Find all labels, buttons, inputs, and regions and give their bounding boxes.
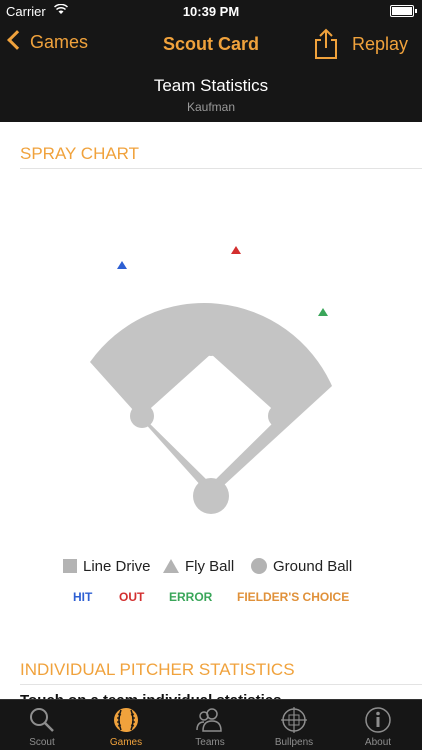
header-title: Team Statistics (153, 76, 269, 95)
legend-ground-ball: Ground Ball (251, 558, 352, 575)
status-bar: Carrier 10:39 PM (0, 0, 422, 22)
battery-icon (390, 5, 417, 17)
tab-about[interactable]: About (336, 700, 420, 750)
people-icon (196, 708, 222, 732)
tab-bullpens[interactable]: Bullpens (252, 700, 336, 750)
share-icon[interactable] (312, 28, 340, 60)
baseball-icon (114, 708, 138, 732)
legend-fly-ball: Fly Ball (163, 558, 234, 575)
crosshair-icon (281, 707, 307, 733)
square-icon (63, 559, 77, 573)
legend-line-drive: Line Drive (63, 558, 151, 575)
pitcher-stats-header: INDIVIDUAL PITCHER STATISTICS (20, 660, 422, 685)
team-header: Team Statistics Kaufman (0, 66, 422, 122)
search-icon (30, 708, 54, 732)
triangle-icon (163, 559, 179, 573)
circle-icon (251, 558, 267, 574)
tab-label: Games (109, 737, 143, 748)
navigation-bar: Games Scout Card Replay (0, 22, 422, 66)
outcome-hit: HIT (73, 590, 93, 604)
header-subtitle: Kaufman (186, 100, 236, 114)
tab-scout[interactable]: Scout (0, 700, 84, 750)
tab-bar: Scout Games Teams Bullpens About (0, 699, 422, 750)
outcome-out: OUT (119, 590, 145, 604)
spray-chart (90, 246, 332, 514)
outcome-fielders-choice: FIELDER'S CHOICE (237, 590, 350, 604)
tab-label: About (364, 737, 392, 748)
tab-label: Bullpens (274, 737, 314, 748)
baseball-field (90, 303, 332, 514)
clock: 10:39 PM (182, 4, 240, 19)
tab-games[interactable]: Games (84, 700, 168, 750)
fly-ball-marker-hit[interactable] (117, 261, 127, 269)
replay-button[interactable]: Replay (352, 34, 408, 55)
tab-label: Teams (195, 737, 225, 748)
info-icon (365, 707, 391, 733)
tab-label: Scout (29, 737, 55, 748)
outcome-error: ERROR (169, 590, 213, 604)
tab-teams[interactable]: Teams (168, 700, 252, 750)
fly-ball-marker-error[interactable] (318, 308, 328, 316)
spray-chart-header: SPRAY CHART (20, 144, 422, 169)
fly-ball-marker-out[interactable] (231, 246, 241, 254)
